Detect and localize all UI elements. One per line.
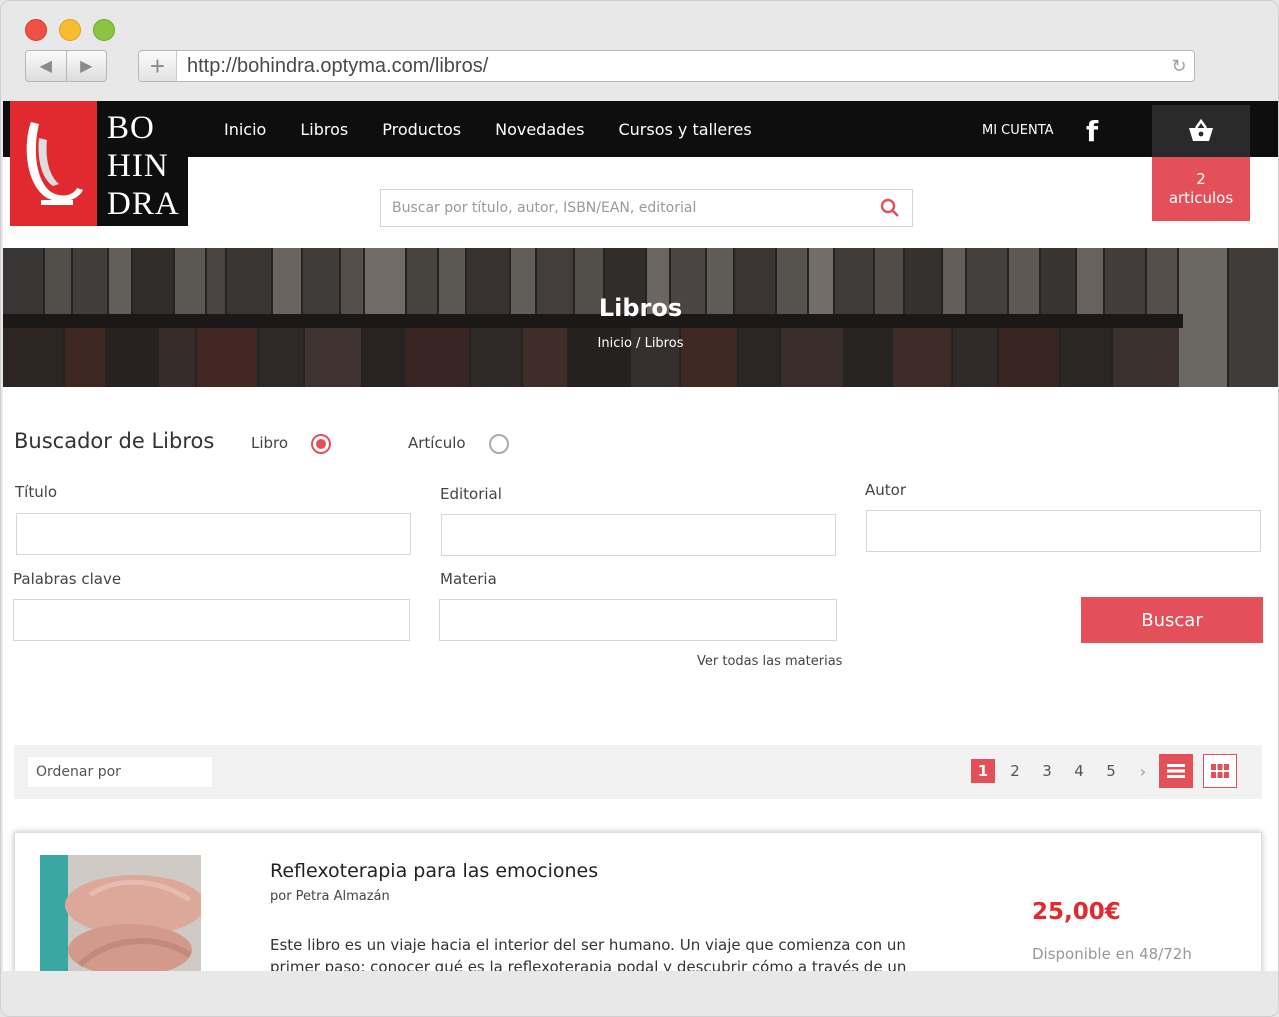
new-tab-icon[interactable]: +: [139, 51, 177, 81]
menu-item-inicio[interactable]: Inicio: [224, 120, 266, 139]
site-search: [380, 189, 913, 227]
site-logo[interactable]: BO HIN DRA: [10, 101, 188, 226]
autor-input[interactable]: [866, 510, 1261, 552]
titulo-input[interactable]: [16, 513, 411, 555]
close-window-button[interactable]: [25, 19, 47, 41]
listing-toolbar: Ordenar por 1 2 3 4 5 ›: [14, 745, 1262, 799]
browser-window: ◀ ▶ + http://bohindra.optyma.com/libros/…: [0, 0, 1279, 1017]
page-5[interactable]: 5: [1099, 759, 1123, 783]
editorial-label: Editorial: [440, 485, 502, 503]
logo-line-3: DRA: [107, 186, 180, 222]
address-bar[interactable]: + http://bohindra.optyma.com/libros/ ↻: [138, 50, 1195, 82]
url-text[interactable]: http://bohindra.optyma.com/libros/: [177, 55, 1164, 78]
logo-line-1: BO: [107, 110, 155, 146]
search-input[interactable]: [381, 190, 868, 226]
page-title: Libros: [598, 294, 683, 322]
back-icon[interactable]: ◀: [26, 51, 67, 81]
materia-input[interactable]: [439, 599, 837, 641]
menu-item-libros[interactable]: Libros: [300, 120, 348, 139]
account-link[interactable]: MI CUENTA: [982, 123, 1054, 138]
page-4[interactable]: 4: [1067, 759, 1091, 783]
logo-line-2: HIN: [107, 148, 169, 184]
book-cover-image: [40, 855, 201, 971]
book-description: Este libro es un viaje hacia el interior…: [270, 936, 907, 971]
menu-item-novedades[interactable]: Novedades: [495, 120, 584, 139]
radio-articulo[interactable]: [489, 434, 509, 454]
breadcrumb[interactable]: Inicio / Libros: [3, 336, 1278, 351]
minimize-window-button[interactable]: [59, 19, 81, 41]
cart-count[interactable]: 2 articulos: [1152, 157, 1250, 221]
editorial-input[interactable]: [441, 514, 836, 556]
radio-libro[interactable]: [311, 434, 331, 454]
main-menu: Inicio Libros Productos Novedades Cursos…: [224, 101, 786, 157]
titulo-label: Título: [15, 483, 58, 501]
book-author[interactable]: por Petra Almazán: [270, 889, 390, 904]
facebook-icon[interactable]: f: [1086, 115, 1098, 148]
book-title[interactable]: Reflexoterapia para las emociones: [270, 860, 598, 882]
grid-icon: [1211, 764, 1229, 778]
maximize-window-button[interactable]: [93, 19, 115, 41]
cart-count-label: articulos: [1168, 189, 1234, 207]
search-icon[interactable]: [868, 198, 912, 218]
cart-count-number: 2: [1196, 170, 1206, 188]
page-1[interactable]: 1: [971, 759, 995, 783]
list-icon: [1167, 764, 1185, 778]
menu-item-cursos[interactable]: Cursos y talleres: [618, 120, 751, 139]
reload-icon[interactable]: ↻: [1164, 56, 1194, 77]
buscar-button[interactable]: Buscar: [1081, 597, 1263, 643]
next-page-icon[interactable]: ›: [1131, 759, 1155, 783]
logo-emblem: [10, 101, 97, 226]
palabras-clave-label: Palabras clave: [13, 570, 122, 588]
radio-articulo-label[interactable]: Artículo: [408, 434, 466, 452]
cart-button[interactable]: [1152, 105, 1250, 157]
logo-wordmark: BO HIN DRA: [97, 101, 188, 226]
finder-title: Buscador de Libros: [14, 429, 215, 453]
grid-view-button[interactable]: [1203, 754, 1237, 788]
book-cover[interactable]: [40, 855, 201, 971]
book-price: 25,00€: [1032, 899, 1121, 925]
book-card: Reflexoterapia para las emociones por Pe…: [14, 832, 1262, 971]
history-nav: ◀ ▶: [25, 50, 107, 82]
page-viewport: BO HIN DRA Inicio Libros Productos Noved…: [3, 101, 1278, 971]
ver-materias-link[interactable]: Ver todas las materias: [697, 654, 842, 669]
page-3[interactable]: 3: [1035, 759, 1059, 783]
hero-banner: Libros Inicio / Libros: [3, 248, 1278, 387]
forward-icon[interactable]: ▶: [67, 51, 107, 81]
radio-libro-label[interactable]: Libro: [251, 434, 288, 452]
basket-icon: [1189, 119, 1213, 141]
page-2[interactable]: 2: [1003, 759, 1027, 783]
sort-select[interactable]: Ordenar por: [27, 756, 213, 788]
materia-label: Materia: [440, 570, 497, 588]
pagination: 1 2 3 4 5 ›: [971, 759, 1163, 783]
menu-item-productos[interactable]: Productos: [382, 120, 461, 139]
palabras-clave-input[interactable]: [13, 599, 410, 641]
list-view-button[interactable]: [1159, 754, 1193, 788]
book-availability: Disponible en 48/72h: [1032, 945, 1192, 963]
autor-label: Autor: [865, 481, 906, 499]
